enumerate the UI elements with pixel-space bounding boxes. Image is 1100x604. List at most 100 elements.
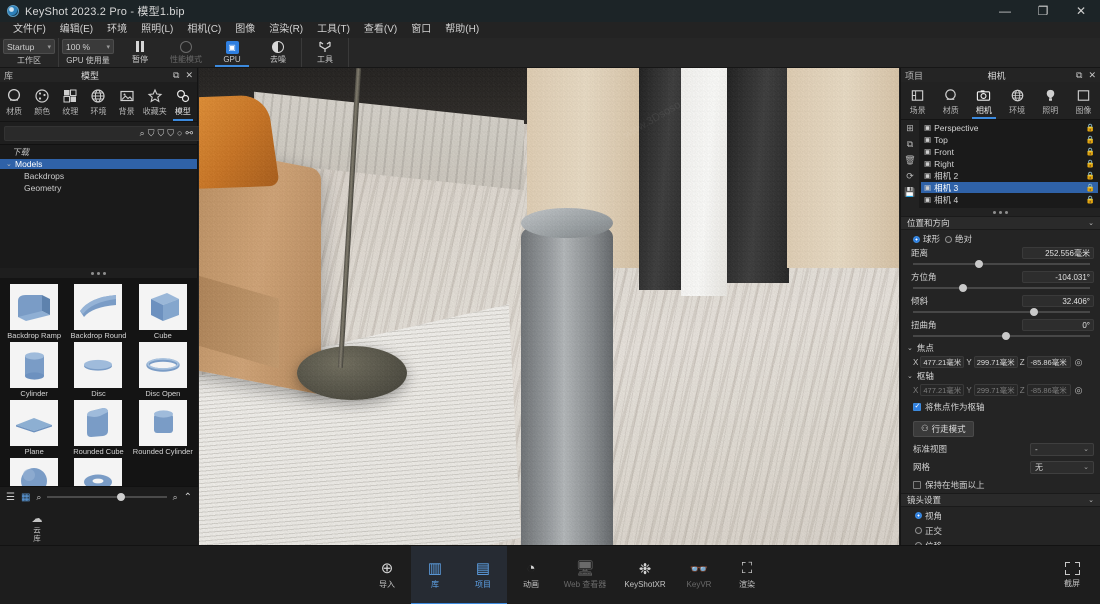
render-viewport[interactable]: 3D搜搜网 www.3Dsoso.com [199,68,899,545]
lock-icon[interactable]: 🔒 [1086,195,1095,204]
camera-row-camera2[interactable]: ▣ 相机 2 🔒 [921,170,1098,181]
model-item[interactable]: Cube [133,284,193,340]
model-item[interactable]: Backdrop Round [68,284,128,340]
camera-row-camera4[interactable]: ▣ 相机 4 🔒 [921,194,1098,205]
search-icon[interactable]: ⌕ [140,128,145,139]
cloud-library-button[interactable]: ☁ 云库 [22,512,52,543]
camera-row-right[interactable]: ▣ Right 🔒 [921,158,1098,169]
lock-icon[interactable]: 🔒 [1086,123,1095,132]
chevron-down-icon[interactable]: ⌄ [907,344,913,352]
menu-item-view[interactable]: 查看(V) [357,22,404,38]
menu-item-camera[interactable]: 相机(C) [180,22,228,38]
close-icon[interactable]: ✕ [185,70,193,81]
chevron-down-icon[interactable]: ⌄ [6,160,15,168]
pivot-section-header[interactable]: ⌄ 枢轴 [901,370,1100,382]
checkbox[interactable] [913,402,921,411]
workspace-button[interactable]: Startup ▾ 工作区 [0,38,58,67]
bottom-library-button[interactable]: ▥ 库 [411,546,459,604]
model-item[interactable]: Disc Open [133,342,193,398]
menu-item-file[interactable]: 文件(F) [6,22,53,38]
zoom-out-icon[interactable]: ⌕ [36,492,41,503]
menu-item-environment[interactable]: 环境 [100,22,134,38]
tree-item-downloads[interactable]: 下载 [0,147,197,157]
delete-camera-icon[interactable]: 🗑 [904,155,915,166]
tree-item-backdrops[interactable]: Backdrops [0,171,197,181]
keep-above-ground-row[interactable]: 保持在地面以上 [901,476,1100,493]
slider-knob[interactable] [1029,307,1038,316]
radio-orthographic[interactable]: 正交 [915,525,1094,537]
menu-item-tools[interactable]: 工具(T) [310,22,357,38]
library-tab-models[interactable]: 模型 [169,82,197,121]
chevron-down-icon[interactable]: ⌄ [907,372,913,380]
grid-view-icon[interactable]: ▦ [21,492,30,503]
project-tab-materials[interactable]: 材质 [934,82,967,119]
slider-value[interactable]: 252.556毫米 [1022,247,1094,259]
slider-track[interactable] [913,331,1090,340]
slider-knob[interactable] [974,259,983,268]
bottom-project-button[interactable]: ▤ 项目 [459,546,507,604]
slider-track[interactable] [913,259,1090,268]
lock-icon[interactable]: 🔒 [1086,183,1095,192]
gpu-button[interactable]: ▣ GPU [209,38,255,67]
tree-item-models[interactable]: ⌄ Models [0,159,197,169]
filter-1-icon[interactable]: ⛉ [148,128,155,139]
focus-section-header[interactable]: ⌄ 焦点 [901,342,1100,354]
grid-dropdown[interactable]: 无 ⌄ [1030,460,1094,474]
focus-y-field[interactable]: 299.71毫米 [973,356,1018,368]
project-tab-lighting[interactable]: 照明 [1034,82,1067,119]
duplicate-camera-icon[interactable]: ⧉ [907,139,913,150]
chevron-down-icon[interactable]: ⌄ [1088,219,1094,227]
slider-value[interactable]: 32.406° [1022,295,1094,307]
model-item[interactable]: Disc [68,342,128,398]
radio-perspective[interactable]: 视角 [915,510,1094,522]
radio-absolute[interactable]: 绝对 [945,233,972,245]
screenshot-button[interactable]: 截屏 [1048,546,1096,604]
bottom-keyshotxr-button[interactable]: ❉ KeyShotXR [615,546,675,604]
library-tab-environments[interactable]: 环境 [84,82,112,121]
add-camera-icon[interactable]: ⊞ [906,123,914,134]
model-item[interactable]: Rounded Cylinder [133,400,193,456]
denoise-button[interactable]: 去噪 [255,38,301,67]
lock-icon[interactable]: 🔒 [1086,135,1095,144]
slider-value[interactable]: 0° [1022,319,1094,331]
bottom-keyvr-button[interactable]: 👓 KeyVR [675,546,723,604]
target-icon[interactable]: ◎ [1075,385,1083,396]
close-icon[interactable]: ✕ [1088,70,1096,81]
radio-spherical[interactable]: 球形 [913,233,940,245]
lock-icon[interactable]: 🔒 [1086,147,1095,156]
lock-icon[interactable]: 🔒 [1086,171,1095,180]
performance-mode-button[interactable]: 性能模式 [163,38,209,67]
model-item[interactable]: Backdrop Ramp [4,284,64,340]
slider-knob[interactable] [116,493,125,501]
library-splitter[interactable] [0,268,197,278]
model-item[interactable]: Rounded Cube [68,400,128,456]
lock-icon[interactable]: 🔒 [1086,159,1095,168]
project-tab-camera[interactable]: 相机 [967,82,1000,119]
list-view-icon[interactable]: ☰ [6,492,15,503]
use-focus-as-pivot-row[interactable]: 将焦点作为枢轴 [901,398,1100,415]
project-tab-scene[interactable]: 场景 [901,82,934,119]
close-button[interactable]: ✕ [1062,0,1100,22]
pause-button[interactable]: 暂停 [117,38,163,67]
filter-3-icon[interactable]: ⛉ [167,128,174,139]
camera-list-splitter[interactable] [901,208,1100,216]
camera-row-camera3[interactable]: ▣ 相机 3 🔒 [921,182,1098,193]
slider-knob[interactable] [959,283,968,292]
camera-row-perspective[interactable]: ▣ Perspective 🔒 [921,122,1098,133]
bottom-web-viewer-button[interactable]: 🖥 Web 查看器 [555,546,615,604]
slider-track[interactable] [913,283,1090,292]
menu-item-render[interactable]: 渲染(R) [262,22,310,38]
model-filter-icon[interactable]: ⚯ [185,128,193,139]
tools-button[interactable]: 工具 [302,38,348,67]
position-section-header[interactable]: 位置和方向 ⌄ [901,216,1100,230]
focus-z-field[interactable]: -85.86毫米 [1026,356,1071,368]
undock-icon[interactable]: ⧉ [173,70,179,81]
camera-row-front[interactable]: ▣ Front 🔒 [921,146,1098,157]
slider-value[interactable]: -104.031° [1022,271,1094,283]
standard-view-dropdown[interactable]: - ⌄ [1030,442,1094,456]
focus-x-field[interactable]: 477.21毫米 [920,356,965,368]
library-tab-materials[interactable]: 材质 [0,82,28,121]
project-tab-image[interactable]: 图像 [1067,82,1100,119]
bottom-render-button[interactable]: ⛶ 渲染 [723,546,771,604]
menu-item-window[interactable]: 窗口 [404,22,438,38]
